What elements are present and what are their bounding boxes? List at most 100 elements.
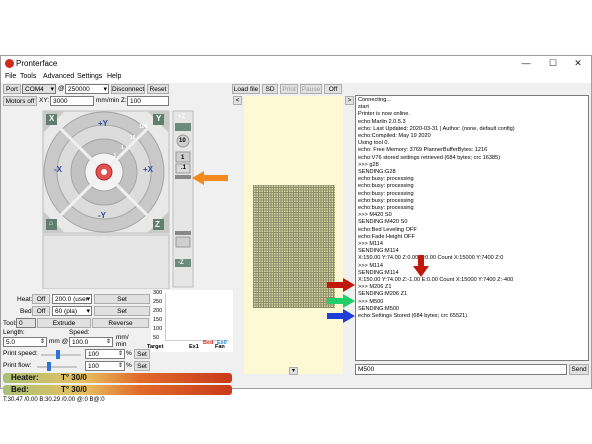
bed-bar: Bed: T° 30/0 [3, 385, 232, 395]
jog-y-plus[interactable]: +Y [98, 119, 108, 128]
log-line: echo:busy: processing [358, 183, 414, 190]
jog-x-plus[interactable]: +X [143, 165, 153, 174]
home-y-label[interactable]: Y [156, 114, 161, 123]
print-flow-slider-track[interactable] [37, 366, 77, 368]
graph-tick: 100 [153, 326, 163, 332]
heat-set-button[interactable]: Set [94, 294, 150, 304]
heat-value-select[interactable]: 200.0 (user [52, 294, 92, 304]
menu-help[interactable]: Help [107, 73, 121, 80]
home-x-label[interactable]: X [49, 114, 54, 123]
baud-at-label: @ [58, 85, 65, 92]
port-select[interactable]: COM4 [22, 84, 56, 94]
tool-select[interactable]: 0 [16, 318, 36, 328]
log-line: X:150.00 Y:74.00 Z:-1.00 E:0.00 Count X:… [358, 277, 514, 283]
print-speed-set-button[interactable]: Set [134, 349, 150, 359]
menu-file[interactable]: File [5, 73, 16, 80]
menu-tools[interactable]: Tools [20, 73, 36, 80]
log-line: SENDING:M500 [358, 305, 400, 312]
green-right-arrow-icon [327, 294, 355, 308]
log-line: SENDING:M206 Z1 [358, 291, 408, 298]
close-icon[interactable]: ✕ [567, 57, 589, 70]
bed-off-button[interactable]: Off [32, 306, 50, 316]
print-speed-slider-track[interactable] [41, 354, 81, 356]
log-line: echo: Free Memory: 3769 PlannerBufferByt… [358, 147, 488, 154]
collapse-left-button[interactable]: < [233, 96, 242, 105]
jog-y-minus[interactable]: -Y [98, 211, 106, 220]
collapse-right-button[interactable]: > [345, 96, 354, 105]
home-z-label[interactable]: Z [155, 220, 160, 229]
load-file-button[interactable]: Load file [232, 84, 260, 94]
log-line: SENDING:M114 [358, 248, 399, 255]
log-line: SENDING:M114 [358, 269, 399, 276]
xy-rate-field[interactable]: 3000 [50, 96, 94, 106]
bed-bar-label: Bed: [11, 385, 29, 394]
scroll-down-button[interactable]: ▾ [289, 367, 298, 375]
menu-advanced[interactable]: Advanced [43, 73, 74, 80]
legend-bed: Bed [203, 340, 214, 346]
jog-ring-01[interactable]: .1 [112, 153, 116, 159]
legend-fan: Fan [215, 344, 225, 350]
print-button[interactable]: Print [280, 84, 298, 94]
command-input[interactable]: M500 [355, 364, 567, 375]
heater-bar: Heater: T° 30/0 [3, 373, 232, 383]
bed-bar-temp: T° 30/0 [61, 385, 87, 394]
log-line: >>> M500 [358, 298, 384, 305]
print-flow-percent: % [126, 362, 132, 369]
jog-z-1[interactable]: 1 [181, 155, 184, 161]
menu-settings[interactable]: Settings [77, 73, 102, 80]
z-rate-field[interactable]: 100 [127, 96, 169, 106]
log-line: Printer is now online. [358, 111, 410, 118]
home-all-icon[interactable]: ⌂ [49, 220, 53, 227]
motors-off-button[interactable]: Motors off [3, 96, 37, 106]
print-flow-set-button[interactable]: Set [134, 361, 150, 371]
disconnect-button[interactable]: Disconnect [111, 84, 145, 94]
baud-select[interactable]: 250000 [65, 84, 109, 94]
log-line: echo:Bed Leveling OFF [358, 226, 417, 233]
status-text: T:30.47 /0.00 B:30.29 /0.00 @:0 B@:0 [3, 397, 105, 403]
bed-value-select[interactable]: 60 (pla) [52, 306, 92, 316]
minimize-icon[interactable]: — [515, 57, 537, 70]
log-line: echo: Last Updated: 2020-03-31 | Author:… [358, 125, 515, 132]
jog-ring-1[interactable]: 1 [121, 145, 124, 151]
reset-button[interactable]: Reset [147, 84, 169, 94]
port-button[interactable]: Port [3, 84, 21, 94]
speed-field[interactable]: 100.0 [69, 337, 113, 347]
jog-z-10[interactable]: 10 [179, 138, 186, 144]
length-field[interactable]: 5.0 [3, 337, 47, 347]
sd-button[interactable]: SD [262, 84, 278, 94]
log-line: echo:busy: processing [358, 190, 414, 197]
heat-label: Heat: [17, 296, 33, 303]
reverse-button[interactable]: Reverse [92, 318, 149, 328]
log-line: >>> M420 S0 [358, 212, 392, 219]
print-flow-slider-thumb[interactable] [47, 362, 51, 371]
xy-rate-label: XY: [39, 97, 50, 104]
jog-x-minus[interactable]: -X [54, 165, 62, 174]
bed-set-button[interactable]: Set [94, 306, 150, 316]
jog-control[interactable] [41, 109, 197, 289]
print-speed-field[interactable]: 100 [85, 349, 125, 359]
jog-z-01[interactable]: .1 [181, 165, 186, 171]
jog-z-minus[interactable]: -Z [178, 260, 184, 266]
jog-ring-10[interactable]: 10 [130, 135, 136, 141]
jog-ring-100[interactable]: 100 [139, 124, 147, 130]
extrude-button[interactable]: Extrude [37, 318, 91, 328]
graph-tick: 200 [153, 308, 163, 314]
log-line: X:150.00 Y:74.00 Z:0.00 E:0.00 Count X:1… [358, 255, 504, 262]
print-flow-field[interactable]: 100 [85, 361, 125, 371]
pause-button[interactable]: Pause [300, 84, 322, 94]
speed-label: Speed: [69, 329, 90, 336]
log-line: echo:Marlin 2.0.5.3 [358, 118, 406, 125]
maximize-icon[interactable]: ☐ [542, 57, 564, 70]
off-button[interactable]: Off [324, 84, 342, 94]
log-line: echo:V76 stored settings retrieved (684 … [358, 154, 501, 161]
send-button[interactable]: Send [569, 364, 589, 375]
heat-off-button[interactable]: Off [32, 294, 50, 304]
log-line: >>> g28 [358, 161, 379, 168]
jog-z-plus[interactable]: +Z [178, 114, 185, 120]
print-speed-slider-thumb[interactable] [56, 350, 60, 359]
console-log[interactable]: Connecting... start Printer is now online.… [355, 95, 589, 361]
blue-right-arrow-icon [327, 309, 355, 323]
print-bed-view[interactable] [244, 96, 343, 374]
log-line: SENDING:G28 [358, 169, 396, 175]
length-unit-label: mm @ [49, 338, 69, 345]
